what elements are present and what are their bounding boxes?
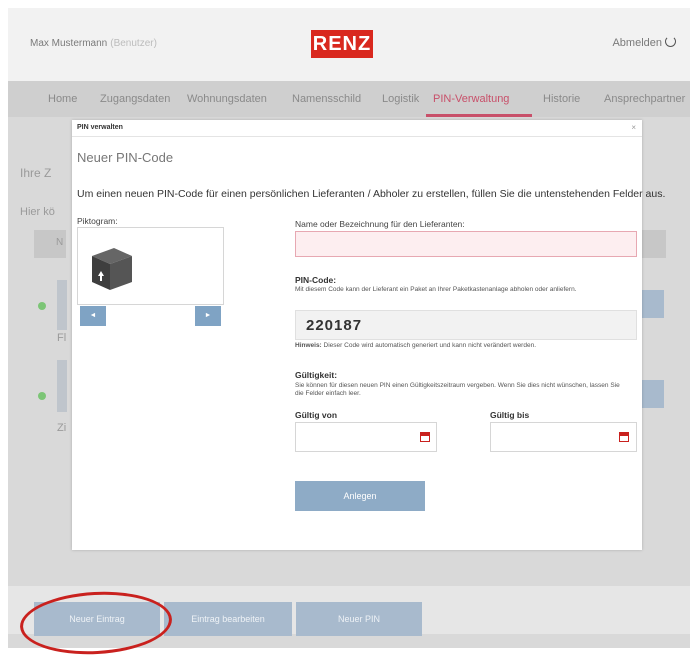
valid-to-label: Gültig bis	[490, 410, 530, 420]
valid-from-input[interactable]	[295, 422, 437, 452]
bg-row-image	[57, 280, 67, 330]
tab-logistik[interactable]: Logistik	[382, 93, 419, 105]
pin-code-value: 220187	[306, 317, 363, 334]
user-name: Max Mustermann	[30, 38, 108, 49]
tab-home[interactable]: Home	[48, 93, 77, 105]
tab-pin-verwaltung[interactable]: PIN-Verwaltung	[433, 93, 509, 105]
pin-code-description: Mit diesem Code kann der Lieferant ein P…	[295, 286, 577, 293]
edit-entry-button[interactable]: Eintrag bearbeiten	[164, 602, 292, 636]
modal-intro: Um einen neuen PIN-Code für einen persön…	[77, 188, 666, 200]
status-dot	[38, 302, 46, 310]
modal-divider	[72, 136, 642, 137]
pin-modal: PIN verwalten × Neuer PIN-Code Um einen …	[72, 120, 665, 550]
pictogram-prev-button[interactable]: ◄	[80, 306, 106, 326]
supplier-name-input[interactable]	[295, 231, 637, 257]
close-icon[interactable]: ×	[631, 123, 636, 132]
main-nav: Home Zugangsdaten Wohnungsdaten Namenssc…	[8, 81, 690, 117]
pin-hint-prefix: Hinweis:	[295, 342, 322, 349]
pin-hint-text: Dieser Code wird automatisch generiert u…	[323, 342, 536, 349]
pictogram-label: Piktogram:	[77, 216, 118, 226]
bg-section-title: Ihre Z	[20, 166, 52, 180]
valid-from-label: Gültig von	[295, 410, 338, 420]
pin-code-label: PIN-Code:	[295, 275, 337, 285]
tab-wohnungsdaten[interactable]: Wohnungsdaten	[187, 93, 267, 105]
user-role: (Benutzer)	[110, 38, 157, 49]
app-window: Max Mustermann (Benutzer) RENZ Abmelden H…	[8, 8, 690, 658]
tab-zugangsdaten[interactable]: Zugangsdaten	[100, 93, 170, 105]
create-button[interactable]: Anlegen	[295, 481, 425, 511]
bg-row-image	[57, 360, 67, 412]
header: Max Mustermann (Benutzer) RENZ Abmelden	[8, 8, 690, 81]
calendar-icon[interactable]	[420, 432, 430, 442]
validity-label: Gültigkeit:	[295, 370, 338, 380]
pictogram-next-button[interactable]: ►	[195, 306, 221, 326]
modal-title: PIN verwalten	[77, 124, 123, 131]
valid-to-input[interactable]	[490, 422, 637, 452]
power-icon	[665, 36, 676, 47]
logout-label: Abmelden	[612, 37, 662, 49]
bg-row-label: Zi	[57, 422, 67, 434]
renz-logo: RENZ	[311, 30, 373, 58]
validity-description: Sie können für diesen neuen PIN einen Gü…	[295, 382, 620, 397]
bg-row-label: Fl	[57, 332, 67, 344]
tab-namensschild[interactable]: Namensschild	[292, 93, 361, 105]
bg-description: Hier kö	[20, 206, 55, 218]
active-tab-indicator	[426, 114, 532, 117]
pin-code-hint: Hinweis: Dieser Code wird automatisch ge…	[295, 342, 637, 350]
logout-button[interactable]: Abmelden	[612, 36, 676, 49]
pin-code-field: 220187	[295, 310, 637, 340]
new-pin-button[interactable]: Neuer PIN	[296, 602, 422, 636]
user-info: Max Mustermann (Benutzer)	[30, 38, 157, 49]
package-icon	[92, 248, 132, 290]
supplier-name-label: Name oder Bezeichnung für den Lieferante…	[295, 219, 465, 229]
tab-historie[interactable]: Historie	[543, 93, 580, 105]
pictogram-box	[77, 227, 224, 305]
tab-ansprechpartner[interactable]: Ansprechpartner	[604, 93, 685, 105]
calendar-icon[interactable]	[619, 432, 629, 442]
modal-heading: Neuer PIN-Code	[77, 150, 174, 165]
status-dot	[38, 392, 46, 400]
bg-col-header: N	[56, 237, 64, 248]
